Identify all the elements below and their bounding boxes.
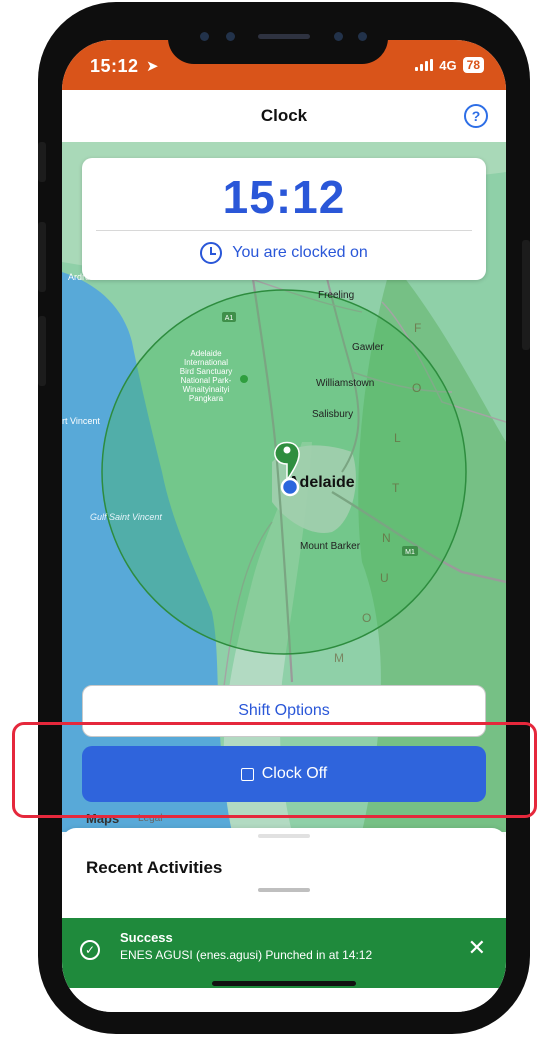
svg-text:O: O bbox=[362, 611, 371, 625]
svg-text:U: U bbox=[380, 571, 389, 585]
network-type: 4G bbox=[439, 57, 457, 73]
current-location-icon bbox=[280, 477, 300, 497]
svg-text:N: N bbox=[382, 531, 391, 545]
page-title: Clock bbox=[260, 106, 308, 125]
clock-status: You are clocked on bbox=[82, 242, 486, 264]
phone-notch bbox=[168, 18, 388, 64]
phone-power-button bbox=[522, 240, 530, 350]
clock-card: 15:12 You are clocked on bbox=[82, 158, 486, 280]
check-circle-icon: ✓ bbox=[80, 940, 100, 960]
svg-text:Pangkara: Pangkara bbox=[189, 394, 224, 403]
sheet-grabber[interactable] bbox=[258, 834, 310, 838]
clock-status-text: You are clocked on bbox=[232, 244, 368, 261]
svg-text:M1: M1 bbox=[405, 549, 415, 556]
clock-icon bbox=[200, 242, 223, 264]
highlight-annotation bbox=[12, 722, 537, 818]
clock-time: 15:12 bbox=[222, 171, 346, 223]
phone-screen: 15:12 ➤ 4G 78 Clock ? Adelaide Freeling … bbox=[62, 40, 506, 1012]
svg-text:International: International bbox=[184, 358, 228, 367]
signal-icon bbox=[415, 59, 434, 71]
home-indicator bbox=[212, 981, 356, 986]
map-label-freeling: Freeling bbox=[318, 290, 354, 301]
toast-message: ENES AGUSI (enes.agusi) Punched in at 14… bbox=[120, 948, 373, 962]
map-label-williamstown: Williamstown bbox=[316, 378, 374, 389]
svg-text:A1: A1 bbox=[225, 315, 234, 322]
success-toast: ✓ Success ENES AGUSI (enes.agusi) Punche… bbox=[62, 918, 506, 988]
status-time: 15:12 bbox=[90, 56, 139, 76]
recent-activities-title: Recent Activities bbox=[86, 858, 223, 877]
map-label-sanctuary: Adelaide bbox=[190, 349, 222, 358]
svg-text:Winaityinaityi: Winaityinaityi bbox=[183, 385, 230, 394]
map-label-mount-barker: Mount Barker bbox=[300, 541, 361, 552]
svg-text:F: F bbox=[414, 321, 421, 335]
svg-text:L: L bbox=[394, 431, 401, 445]
location-arrow-icon: ➤ bbox=[146, 58, 159, 75]
map-label-salisbury: Salisbury bbox=[312, 409, 353, 420]
divider bbox=[96, 230, 472, 231]
svg-text:M: M bbox=[334, 651, 344, 665]
battery-icon: 78 bbox=[462, 57, 484, 73]
svg-text:Bird Sanctuary: Bird Sanctuary bbox=[180, 367, 232, 376]
toast-title: Success bbox=[120, 930, 173, 945]
map-label-gulf: Gulf Saint Vincent bbox=[90, 512, 162, 522]
svg-text:T: T bbox=[392, 481, 400, 495]
map-label-port-vincent: rt Vincent bbox=[62, 416, 100, 426]
park-marker-icon bbox=[240, 375, 248, 383]
phone-volume-up bbox=[38, 222, 46, 292]
sheet-handle[interactable] bbox=[258, 888, 310, 892]
phone-mute-switch bbox=[38, 142, 46, 182]
svg-text:O: O bbox=[412, 381, 421, 395]
map-label-gawler: Gawler bbox=[352, 342, 384, 353]
svg-text:National Park-: National Park- bbox=[181, 376, 232, 385]
app-header: Clock ? bbox=[62, 90, 506, 142]
help-icon[interactable]: ? bbox=[464, 104, 488, 128]
close-icon[interactable]: ✕ bbox=[468, 936, 486, 960]
phone-volume-down bbox=[38, 316, 46, 386]
